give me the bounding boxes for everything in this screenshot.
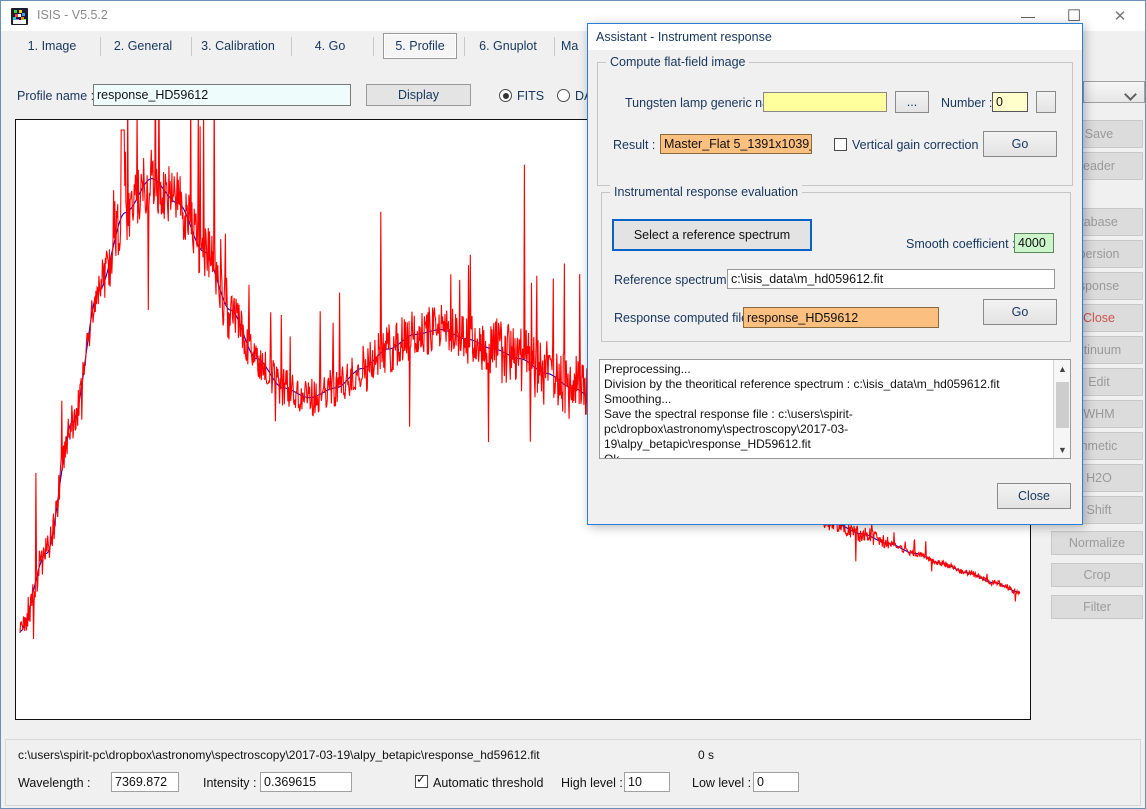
low-level-label: Low level :	[692, 776, 752, 790]
compute-flat-field-group-title: Compute flat-field image	[606, 55, 750, 69]
select-reference-spectrum-button[interactable]: Select a reference spectrum	[612, 219, 812, 251]
sidebar-button-normalize[interactable]: Normalize	[1051, 531, 1143, 555]
tab-label: 4. Go	[314, 39, 346, 53]
tab-label: 6. Gnuplot	[479, 39, 537, 53]
log-output-box[interactable]: Preprocessing... Division by the theorit…	[599, 359, 1071, 459]
compute-flat-field-group: Compute flat-field image	[597, 55, 1073, 186]
radio-fits[interactable]	[499, 89, 512, 102]
reference-spectrum-input[interactable]: c:\isis_data\m_hd059612.fit	[727, 269, 1055, 289]
close-icon: ✕	[1113, 7, 1127, 25]
scroll-down-icon[interactable]: ▼	[1054, 441, 1070, 458]
tab-label: 1. Image	[27, 39, 77, 53]
result-value[interactable]: Master_Flat 5_1391x1039_Bin1	[660, 134, 812, 154]
high-level-label: High level :	[561, 776, 623, 790]
vertical-gain-label: Vertical gain correction	[852, 138, 979, 152]
automatic-threshold-label: Automatic threshold	[433, 776, 544, 790]
tungsten-lamp-input[interactable]	[763, 92, 887, 112]
wavelength-label: Wavelength :	[18, 776, 91, 790]
scroll-up-icon[interactable]: ▲	[1054, 360, 1070, 377]
tab-separator	[191, 37, 192, 56]
dialog-title-bar: Assistant - Instrument response	[588, 24, 1082, 50]
tab-separator	[291, 37, 292, 56]
tab-gnuplot[interactable]: 6. Gnuplot	[469, 33, 547, 59]
dialog-title: Assistant - Instrument response	[596, 30, 772, 44]
response-computed-file-input[interactable]: response_HD59612	[743, 307, 939, 328]
isis-app-icon	[11, 8, 28, 25]
window-title: ISIS - V5.5.2	[37, 8, 108, 22]
high-level-value[interactable]: 10	[624, 772, 670, 792]
vertical-gain-checkbox[interactable]	[834, 138, 847, 151]
isis-main-window: ISIS - V5.5.2 — ☐ ✕ 1. Image 2. General …	[0, 0, 1146, 809]
tab-separator	[464, 37, 465, 56]
tab-separator	[554, 37, 555, 56]
status-filepath: c:\users\spirit-pc\dropbox\astronomy\spe…	[18, 748, 540, 762]
smooth-coefficient-input[interactable]: 4000	[1014, 233, 1054, 253]
number-spin-button[interactable]	[1036, 91, 1056, 113]
tab-label: 3. Calibration	[201, 39, 275, 53]
automatic-threshold-checkbox[interactable]	[415, 773, 428, 788]
response-computed-file-label: Response computed file :	[614, 311, 756, 325]
intensity-value[interactable]: 0.369615	[260, 772, 352, 792]
fits-label: FITS	[517, 89, 545, 103]
close-window-button[interactable]: ✕	[1097, 1, 1143, 30]
profile-name-input[interactable]: response_HD59612	[93, 84, 351, 106]
instrumental-response-group-title: Instrumental response evaluation	[610, 185, 803, 199]
log-text: Preprocessing... Division by the theorit…	[604, 362, 1000, 459]
wavelength-value[interactable]: 7369.872	[111, 772, 179, 792]
profile-name-label: Profile name :	[17, 89, 95, 103]
reference-spectrum-label: Reference spectrum :	[614, 273, 734, 287]
tab-label: Ma	[561, 39, 579, 53]
tab-image[interactable]: 1. Image	[7, 33, 97, 59]
smooth-coefficient-label: Smooth coefficient :	[906, 237, 1016, 251]
scrollbar-thumb[interactable]	[1056, 382, 1069, 428]
sidebar-combo[interactable]	[1083, 81, 1145, 103]
status-elapsed: 0 s	[698, 748, 715, 762]
tab-general[interactable]: 2. General	[101, 33, 185, 59]
tab-go[interactable]: 4. Go	[295, 33, 365, 59]
browse-lamp-button[interactable]: ...	[895, 91, 929, 113]
display-button[interactable]: Display	[366, 84, 471, 106]
number-input[interactable]: 0	[992, 92, 1028, 112]
tab-calibration[interactable]: 3. Calibration	[193, 33, 283, 59]
tab-profile[interactable]: 5. Profile	[383, 33, 457, 59]
sidebar-button-filter[interactable]: Filter	[1051, 595, 1143, 619]
radio-dat[interactable]	[557, 89, 570, 102]
log-scrollbar[interactable]: ▲ ▼	[1053, 360, 1070, 458]
result-label: Result :	[613, 138, 656, 152]
flat-go-button[interactable]: Go	[983, 131, 1057, 157]
low-level-value[interactable]: 0	[753, 772, 799, 792]
number-label: Number :	[941, 96, 993, 110]
sidebar-button-crop[interactable]: Crop	[1051, 563, 1143, 587]
intensity-label: Intensity :	[203, 776, 257, 790]
tab-label: 2. General	[113, 39, 173, 53]
response-go-button[interactable]: Go	[983, 299, 1057, 325]
tab-label: 5. Profile	[395, 39, 445, 53]
dialog-close-button[interactable]: Close	[997, 483, 1071, 509]
tab-separator	[373, 37, 374, 56]
